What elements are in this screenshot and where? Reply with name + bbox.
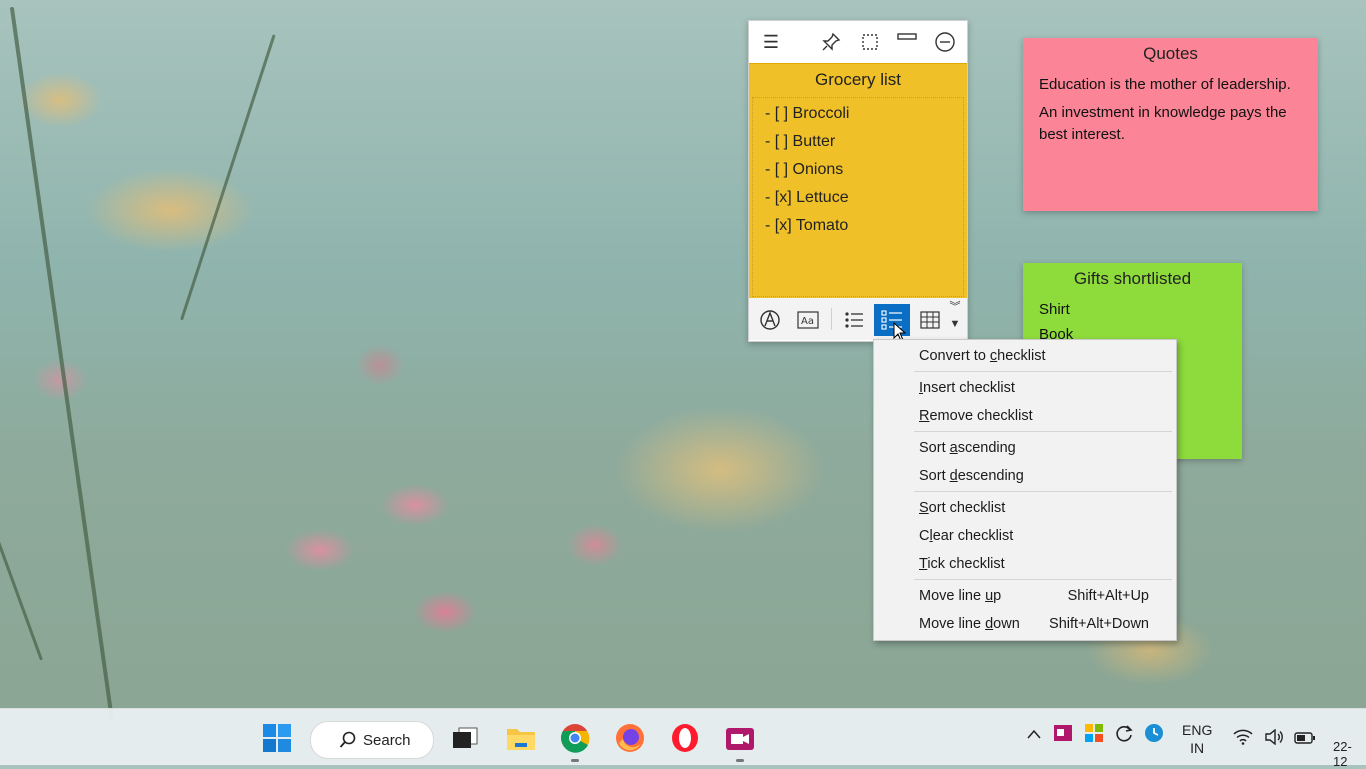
opera-icon[interactable] [668, 721, 702, 755]
menu-item-shortcut: Shift+Alt+Down [1049, 616, 1149, 632]
file-explorer-icon[interactable] [504, 721, 538, 755]
note-title: Grocery list [815, 70, 901, 89]
menu-item[interactable]: Insert checklist [919, 376, 1169, 400]
wallpaper-stem [0, 377, 43, 661]
lang-top: ENG [1182, 722, 1213, 738]
note-toolbar: ☰ [749, 21, 967, 63]
wallpaper-stem [180, 34, 276, 321]
menu-item-label: Sort ascending [919, 440, 1016, 456]
more-chevron-icon[interactable]: ︾ ▼ [945, 300, 965, 332]
volume-icon[interactable] [1264, 728, 1284, 748]
tray-app-icon[interactable] [1053, 723, 1073, 746]
windows-start-icon[interactable] [260, 721, 294, 755]
menu-item[interactable]: Move line up Shift+Alt+Up [919, 584, 1169, 608]
menu-item-label: Move line down [919, 616, 1020, 632]
note-title: Gifts shortlisted [1073, 269, 1192, 288]
menu-item[interactable]: Clear checklist [919, 524, 1169, 548]
menu-item[interactable]: Move line down Shift+Alt+Down [919, 612, 1169, 636]
menu-item-label: Sort descending [919, 468, 1024, 484]
menu-separator [914, 371, 1172, 372]
video-app-icon[interactable] [723, 721, 757, 755]
chrome-icon[interactable] [558, 721, 592, 755]
firefox-icon[interactable] [613, 721, 647, 755]
menu-item[interactable]: Convert to checklist [919, 344, 1169, 368]
menu-separator [914, 491, 1172, 492]
menu-item-shortcut: Shift+Alt+Up [1067, 588, 1149, 604]
checklist-context-menu: Convert to checklist Insert checklist Remo… [873, 339, 1177, 641]
svg-text:Aa: Aa [801, 316, 814, 327]
quotes-note[interactable]: Quotes Education is the mother of leader… [1023, 38, 1318, 211]
menu-separator [914, 431, 1172, 432]
checklist-item[interactable]: - [ ] Onions [765, 156, 963, 184]
checklist-item[interactable]: - [ ] Butter [765, 128, 963, 156]
search-label: Search [363, 731, 411, 749]
menu-separator [914, 579, 1172, 580]
dropdown-arrow-icon: ▼ [949, 318, 961, 330]
search-icon [339, 731, 357, 749]
tray-overflow-chevron-icon[interactable] [1026, 727, 1042, 743]
menu-item-label: Insert checklist [919, 380, 1015, 396]
select-area-icon[interactable] [858, 30, 882, 54]
menu-item-label: Tick checklist [919, 556, 1005, 572]
close-note-icon[interactable] [933, 30, 957, 54]
sync-icon[interactable] [1114, 723, 1134, 746]
note-line: An investment in knowledge pays the best… [1039, 104, 1287, 143]
checklist-item[interactable]: - [x] Tomato [765, 212, 963, 240]
double-chevron-icon: ︾ [949, 301, 961, 313]
lang-bottom: IN [1190, 740, 1205, 756]
menu-item[interactable]: Tick checklist [919, 552, 1169, 576]
backup-icon[interactable] [1144, 723, 1164, 746]
clock-date[interactable]: 22-12 [1333, 739, 1366, 769]
pin-icon[interactable] [819, 30, 843, 54]
menu-item-label: Sort checklist [919, 500, 1006, 516]
toolbar-separator [831, 308, 832, 330]
battery-icon[interactable] [1294, 731, 1316, 747]
menu-item[interactable]: Sort descending [919, 464, 1169, 488]
checklist-item[interactable]: - [ ] Broccoli [765, 100, 963, 128]
checklist-item[interactable]: - [x] Lettuce [765, 184, 963, 212]
menu-item[interactable]: Sort ascending [919, 436, 1169, 460]
note-line: Education is the mother of leadership. [1039, 76, 1291, 93]
menu-item-label: Clear checklist [919, 528, 1014, 544]
taskbar: Search ENG IN 22-12 [0, 708, 1366, 769]
tray-color-icon[interactable] [1084, 723, 1104, 746]
rollup-icon[interactable] [895, 25, 919, 49]
running-indicator [736, 759, 744, 762]
text-size-icon[interactable]: Aa [791, 304, 825, 336]
grocery-note: Grocery list - [ ] Broccoli - [ ] Butter… [749, 63, 967, 298]
format-toolbar: Aa ︾ ▼ [749, 298, 967, 340]
note-line: Shirt [1039, 301, 1070, 318]
menu-item-label: Convert to checklist [919, 348, 1046, 364]
note-title: Quotes [1143, 44, 1198, 63]
grocery-note-window: ☰ Grocery list - [ ] Broccoli - [ ] Butt… [748, 20, 968, 342]
font-style-icon[interactable] [753, 304, 787, 336]
menu-item[interactable]: Sort checklist [919, 496, 1169, 520]
note-body[interactable]: - [ ] Broccoli - [ ] Butter - [ ] Onions… [752, 97, 964, 297]
menu-item-label: Remove checklist [919, 408, 1033, 424]
menu-icon[interactable]: ☰ [759, 30, 783, 54]
bullet-list-icon[interactable] [837, 304, 871, 336]
task-view-icon[interactable] [448, 721, 482, 755]
running-indicator [571, 759, 579, 762]
menu-item[interactable]: Remove checklist [919, 404, 1169, 428]
language-indicator[interactable]: ENG IN [1182, 721, 1212, 757]
menu-item-label: Move line up [919, 588, 1002, 604]
table-icon[interactable] [913, 304, 947, 336]
wifi-icon[interactable] [1233, 729, 1253, 748]
taskbar-search[interactable]: Search [310, 721, 434, 759]
